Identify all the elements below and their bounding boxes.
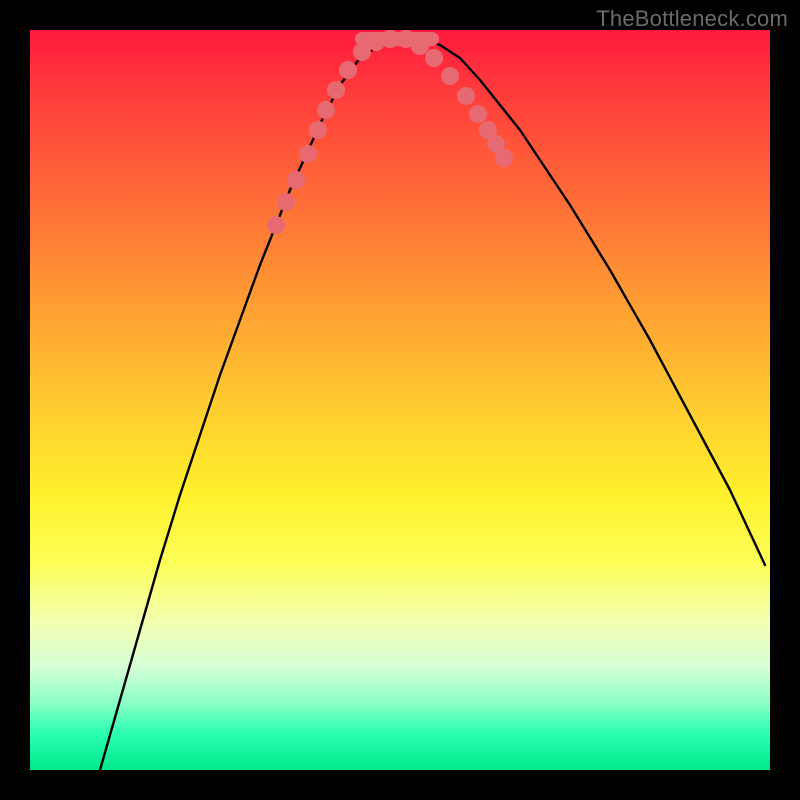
curve-marker-dot [267,216,285,234]
curve-marker-dot [339,61,357,79]
chart-plot-area [30,30,770,770]
curve-marker-dot [411,37,429,55]
curve-marker-dot [299,145,317,163]
curve-markers [267,30,513,234]
curve-marker-dot [425,49,443,67]
chart-svg [30,30,770,770]
curve-marker-dot [469,105,487,123]
curve-marker-dot [441,67,459,85]
curve-marker-dot [381,30,399,48]
curve-marker-dot [327,81,345,99]
curve-marker-dot [309,121,327,139]
curve-marker-dot [277,193,295,211]
watermark-text: TheBottleneck.com [596,6,788,32]
curve-marker-dot [317,101,335,119]
curve-marker-dot [287,171,305,189]
curve-marker-dot [457,87,475,105]
curve-marker-dot [495,149,513,167]
bottleneck-curve [100,38,765,770]
